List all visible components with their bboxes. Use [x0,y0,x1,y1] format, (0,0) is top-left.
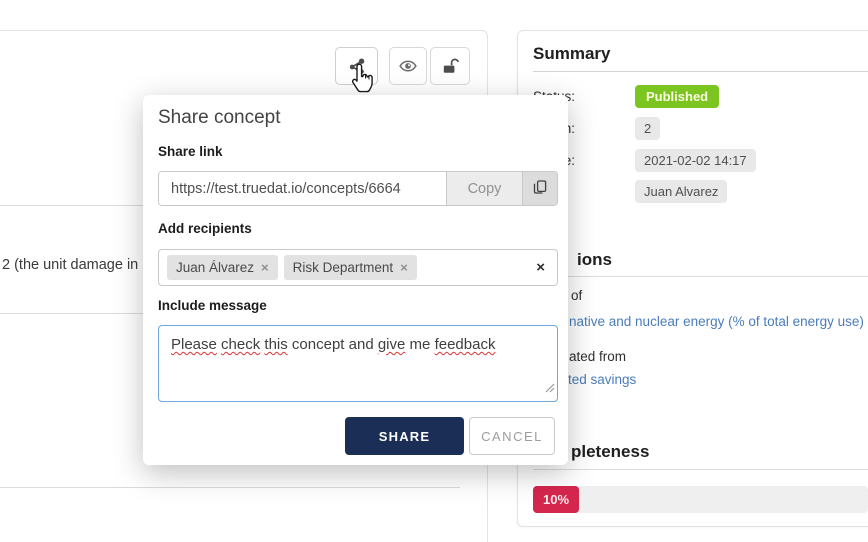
modal-actions: SHARE CANCEL [345,417,555,455]
share-link-label: Share link [158,144,223,159]
share-button[interactable]: SHARE [345,417,464,455]
clear-recipients-icon[interactable]: × [536,259,545,277]
copy-button[interactable]: Copy [446,172,522,205]
modal-title: Share concept [158,107,281,129]
recipients-tags: Juan Álvarez×Risk Department× [167,255,417,280]
remove-recipient-icon[interactable]: × [400,260,408,275]
divider [0,487,460,488]
completeness-progress-fill: 10% [533,486,579,513]
remove-recipient-icon[interactable]: × [261,260,269,275]
summary-divider [533,71,868,72]
relation-group-label: ated from [569,349,626,364]
completeness-divider [533,469,868,470]
recipient-tag: Risk Department× [284,255,417,280]
watch-button[interactable] [389,47,427,85]
relation-link[interactable]: native and nuclear energy (% of total en… [569,314,864,329]
resize-handle-icon[interactable] [545,379,555,399]
relation-group-label: of [571,288,582,303]
status-badge: Published [635,85,719,108]
share-link-group: Copy [158,171,558,206]
lock-button[interactable] [430,47,470,85]
share-concept-modal: Share concept Share link Copy Add recipi… [143,95,568,465]
completeness-progress-track: 10% [533,486,868,513]
eye-icon [398,56,418,76]
copy-icon [532,179,548,198]
relations-divider [533,276,868,277]
screen: 2 (the unit damage in 20 Summary Status:… [0,0,868,542]
concept-text-fragment: 2 (the unit damage in 20 [2,257,158,273]
message-text: Please check this concept and give me fe… [171,336,495,353]
copy-icon-button[interactable] [522,172,557,205]
summary-title: Summary [533,44,610,64]
unlock-icon [440,56,460,76]
add-recipients-label: Add recipients [158,221,252,236]
summary-row-value: 2 [635,117,660,140]
relation-link[interactable]: ted savings [568,372,636,387]
relations-title: ions [577,250,612,270]
summary-row-value: 2021-02-02 14:17 [635,149,756,172]
summary-row-value: Juan Alvarez [635,180,727,203]
share-concept-button[interactable] [335,47,378,85]
message-textarea[interactable]: Please check this concept and give me fe… [158,325,558,402]
recipient-tag: Juan Álvarez× [167,255,278,280]
completeness-title: pleteness [571,442,649,462]
cancel-button[interactable]: CANCEL [469,417,555,455]
recipients-input[interactable]: Juan Álvarez×Risk Department× × [158,249,558,286]
share-icon [347,56,367,76]
include-message-label: Include message [158,298,267,313]
share-link-input[interactable] [159,172,446,205]
